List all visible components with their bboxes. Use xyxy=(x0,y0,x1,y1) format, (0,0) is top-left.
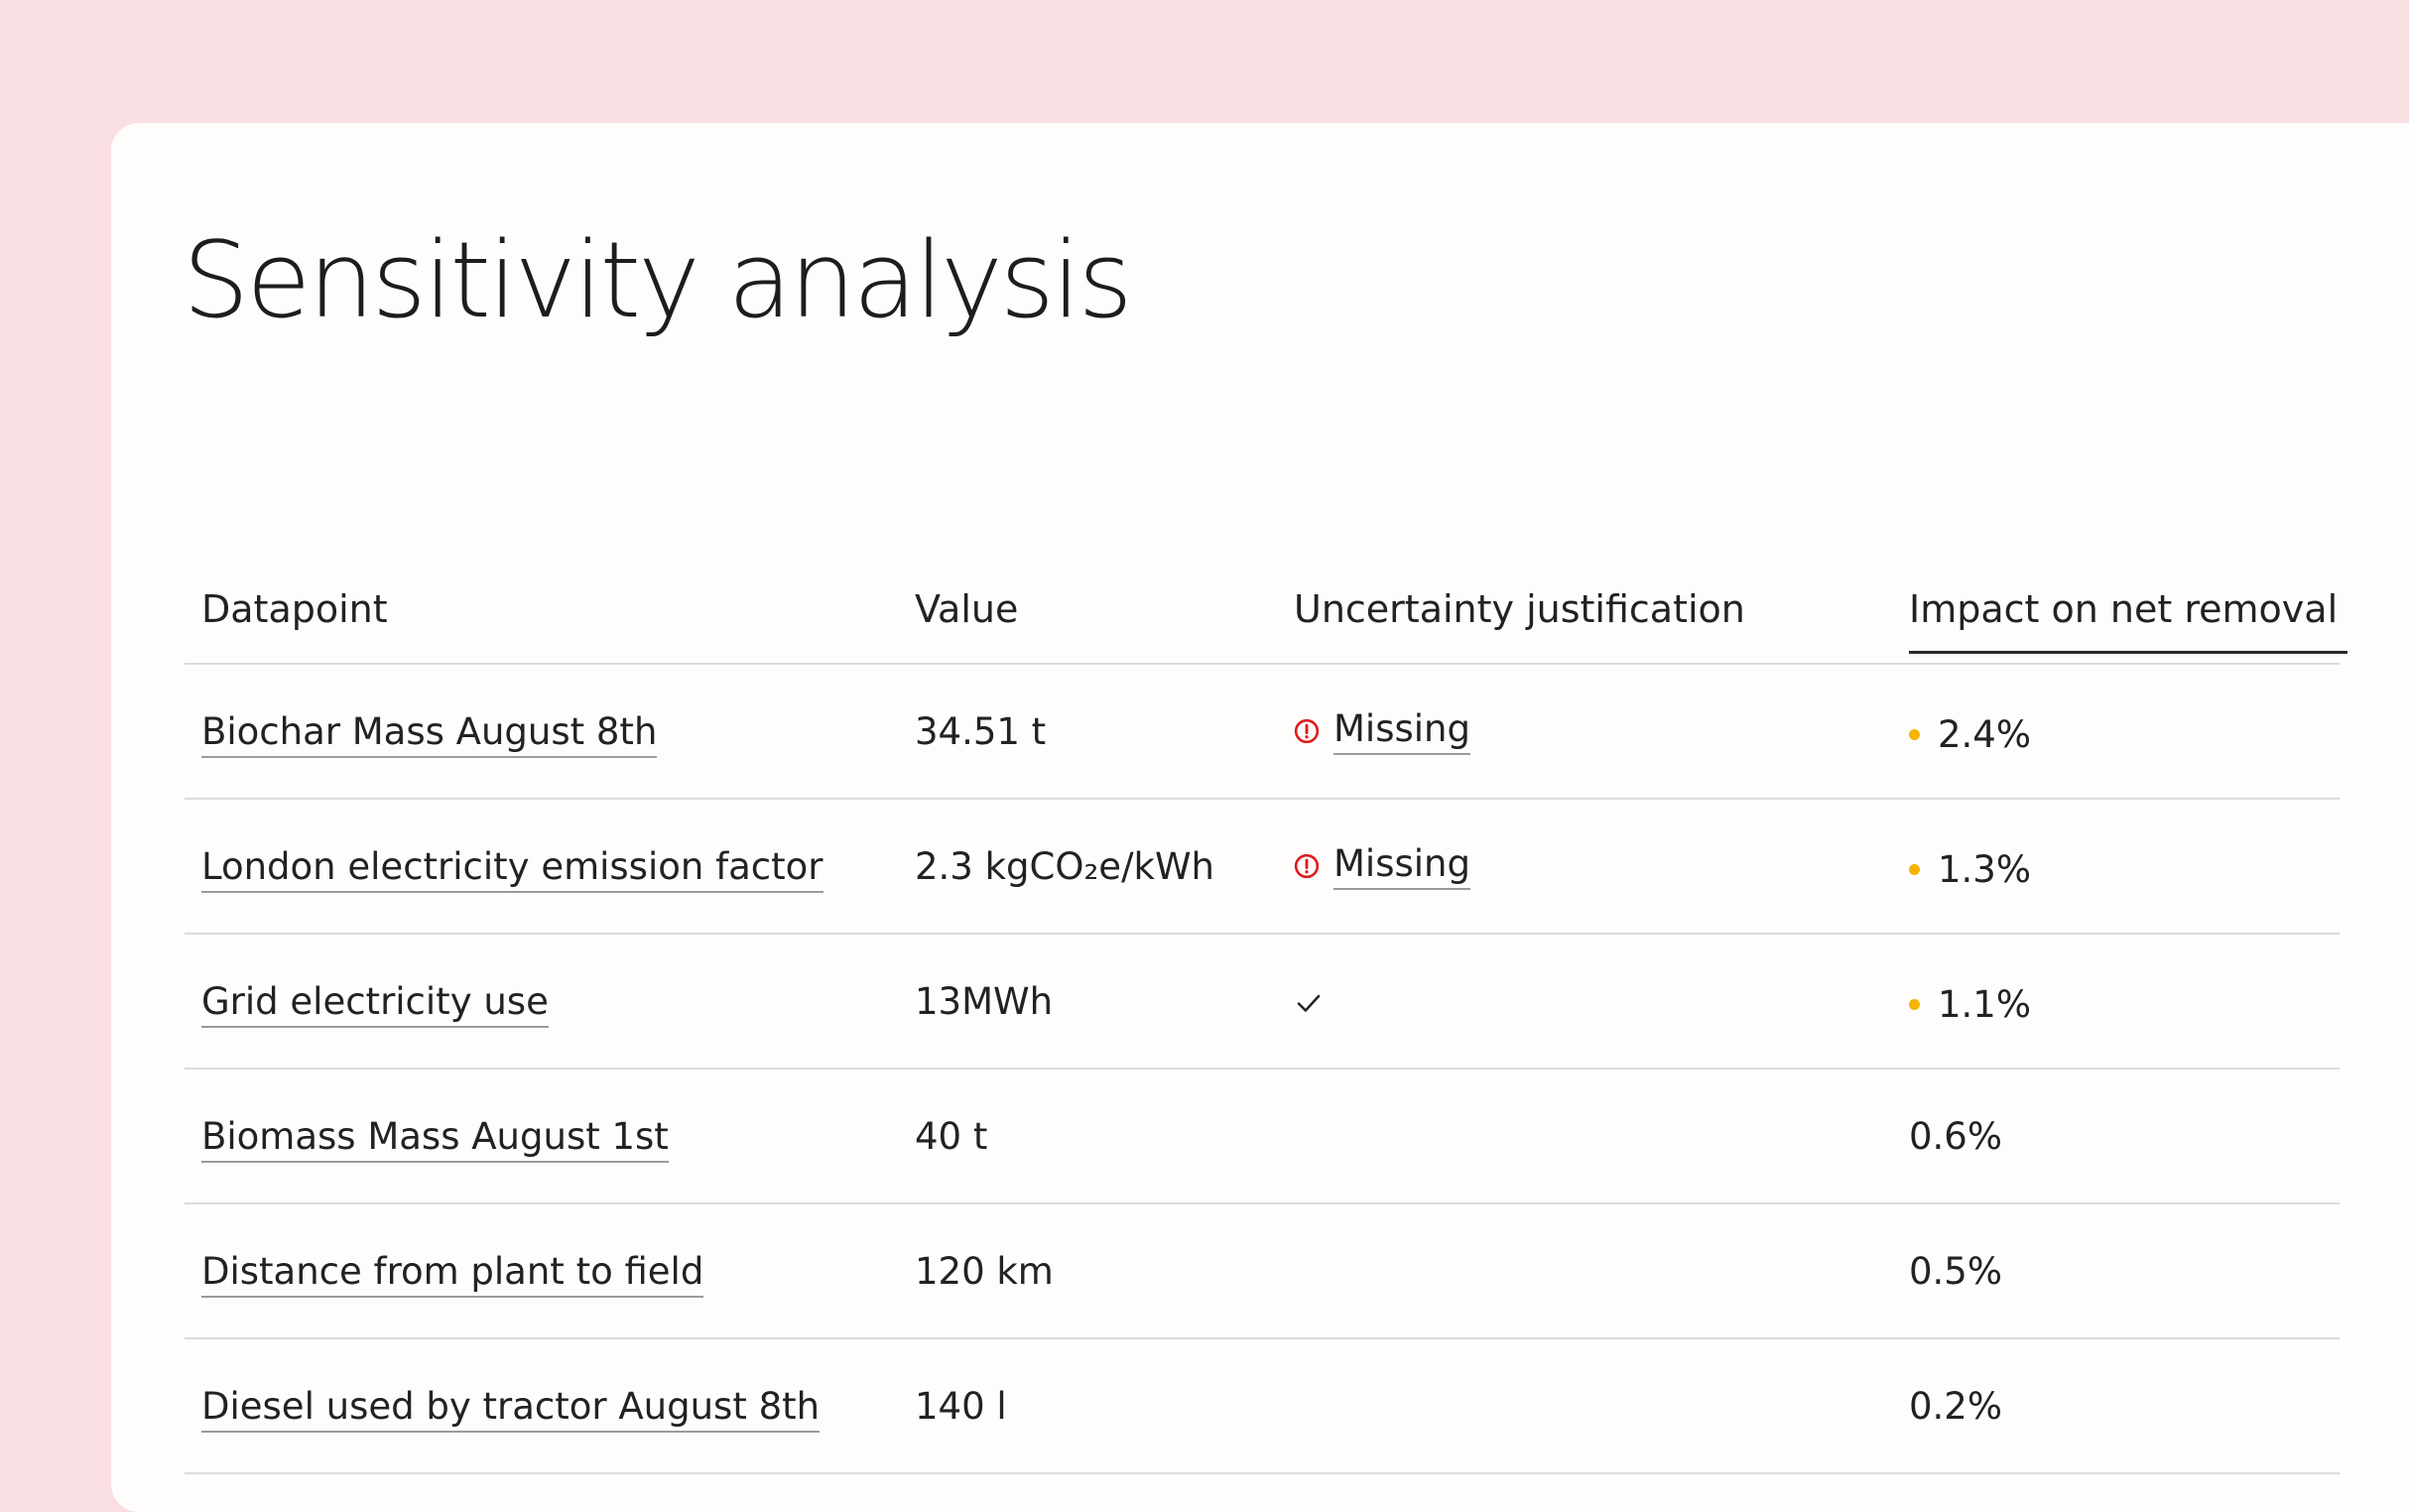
impact-text: 0.2% xyxy=(1909,1384,2002,1428)
value-cell: 140 l xyxy=(915,1338,1294,1474)
column-header-uncertainty[interactable]: Uncertainty justification xyxy=(1294,556,1909,665)
table-row: Distance from plant to field 120 km 0.5% xyxy=(185,1203,2340,1339)
value-text: 13MWh xyxy=(915,979,1054,1023)
sensitivity-card: Sensitivity analysis Datapoint Value Unc… xyxy=(111,123,2409,1512)
impact-wrap: 0.2% xyxy=(1909,1385,2002,1428)
impact-cell: 1.1% xyxy=(1909,934,2340,1070)
value-text: 2.3 kgCO₂e/kWh xyxy=(915,844,1214,888)
datapoint-link[interactable]: Diesel used by tractor August 8th xyxy=(201,1384,821,1433)
column-header-impact[interactable]: Impact on net removal xyxy=(1909,556,2348,665)
missing-link[interactable]: Missing xyxy=(1333,842,1470,890)
value-text: 40 t xyxy=(915,1114,988,1158)
table-header: Datapoint Value Uncertainty justificatio… xyxy=(185,556,2348,665)
impact-cell: 1.3% xyxy=(1909,799,2340,935)
uncertainty-cell: Missing xyxy=(1294,664,1909,800)
dot-indicator-icon xyxy=(1909,999,1920,1010)
impact-text: 1.1% xyxy=(1938,983,2031,1026)
alert-circle-icon xyxy=(1294,718,1320,744)
impact-text: 2.4% xyxy=(1938,713,2031,756)
impact-wrap: 2.4% xyxy=(1909,713,2031,756)
datapoint-link[interactable]: Biochar Mass August 8th xyxy=(201,709,658,758)
impact-text: 0.5% xyxy=(1909,1249,2002,1293)
value-cell: 13MWh xyxy=(915,934,1294,1070)
missing-indicator: Missing xyxy=(1294,842,1470,890)
uncertainty-cell: Missing xyxy=(1294,799,1909,935)
datapoint-cell: Distance from plant to field xyxy=(185,1203,915,1339)
impact-wrap: 1.3% xyxy=(1909,848,2031,891)
dot-indicator-icon xyxy=(1909,729,1920,740)
table-row: Grid electricity use 13MWh 1.1% xyxy=(185,934,2340,1070)
table-body: Biochar Mass August 8th 34.51 t Missing … xyxy=(185,664,2340,1474)
datapoint-link[interactable]: Grid electricity use xyxy=(201,979,549,1028)
table-row: Diesel used by tractor August 8th 140 l … xyxy=(185,1338,2340,1474)
missing-indicator: Missing xyxy=(1294,707,1470,755)
datapoint-link[interactable]: London electricity emission factor xyxy=(201,844,824,893)
datapoint-cell: London electricity emission factor xyxy=(185,799,915,935)
sensitivity-table: Datapoint Value Uncertainty justificatio… xyxy=(185,556,2348,1474)
column-header-value[interactable]: Value xyxy=(915,556,1294,665)
uncertainty-cell xyxy=(1294,1203,1909,1339)
value-text: 34.51 t xyxy=(915,709,1047,753)
impact-cell: 0.2% xyxy=(1909,1338,2340,1474)
value-text: 120 km xyxy=(915,1249,1054,1293)
impact-text: 1.3% xyxy=(1938,848,2031,891)
checkmark-icon xyxy=(1297,994,1321,1012)
missing-link[interactable]: Missing xyxy=(1333,707,1470,755)
datapoint-link[interactable]: Distance from plant to field xyxy=(201,1249,704,1298)
datapoint-cell: Biomass Mass August 1st xyxy=(185,1069,915,1204)
impact-wrap: 0.6% xyxy=(1909,1115,2002,1158)
uncertainty-cell xyxy=(1294,1338,1909,1474)
table-row: Biomass Mass August 1st 40 t 0.6% xyxy=(185,1069,2340,1204)
value-cell: 34.51 t xyxy=(915,664,1294,800)
value-text: 140 l xyxy=(915,1384,1007,1428)
uncertainty-cell xyxy=(1294,934,1909,1070)
value-cell: 40 t xyxy=(915,1069,1294,1204)
datapoint-cell: Diesel used by tractor August 8th xyxy=(185,1338,915,1474)
impact-text: 0.6% xyxy=(1909,1114,2002,1158)
impact-cell: 0.5% xyxy=(1909,1203,2340,1339)
column-header-impact-label[interactable]: Impact on net removal xyxy=(1909,587,2348,654)
impact-wrap: 1.1% xyxy=(1909,983,2031,1026)
table-row: Biochar Mass August 8th 34.51 t Missing … xyxy=(185,664,2340,800)
value-cell: 2.3 kgCO₂e/kWh xyxy=(915,799,1294,935)
uncertainty-cell xyxy=(1294,1069,1909,1204)
header-row: Datapoint Value Uncertainty justificatio… xyxy=(185,556,2348,665)
datapoint-cell: Grid electricity use xyxy=(185,934,915,1070)
dot-indicator-icon xyxy=(1909,864,1920,875)
impact-cell: 0.6% xyxy=(1909,1069,2340,1204)
value-cell: 120 km xyxy=(915,1203,1294,1339)
impact-cell: 2.4% xyxy=(1909,664,2340,800)
datapoint-cell: Biochar Mass August 8th xyxy=(185,664,915,800)
page-title: Sensitivity analysis xyxy=(183,219,1133,341)
datapoint-link[interactable]: Biomass Mass August 1st xyxy=(201,1114,669,1163)
column-header-datapoint[interactable]: Datapoint xyxy=(185,556,915,665)
impact-wrap: 0.5% xyxy=(1909,1250,2002,1293)
table-row: London electricity emission factor 2.3 k… xyxy=(185,799,2340,935)
alert-circle-icon xyxy=(1294,853,1320,879)
